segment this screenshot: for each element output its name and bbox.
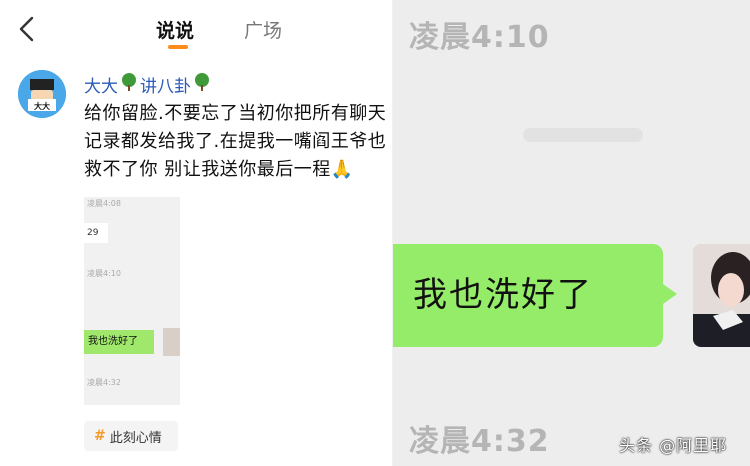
thumb-bubble: 29 [84, 223, 108, 243]
bubble-tail [663, 284, 677, 304]
post-image-thumbnail[interactable]: 凌晨4:08 29 凌晨4:10 我也洗好了 凌晨4:32 [84, 197, 180, 405]
svg-text:大大: 大大 [34, 101, 50, 111]
screenshot-root: 说说 广场 大大 大大 讲八卦 给你留脸.不要忘了当初你把所有聊天记录都发给我了… [0, 0, 750, 466]
tree-icon [121, 72, 137, 96]
active-tab-indicator [168, 45, 188, 49]
tree-icon [194, 72, 210, 96]
chat-avatar-image [693, 244, 750, 347]
thumb-time-1: 凌晨4:08 [87, 199, 121, 208]
thumb-time-3: 凌晨4:32 [87, 378, 121, 387]
thumb-time-2: 凌晨4:10 [87, 269, 121, 278]
chat-zoom-panel: 凌晨4:10 我也洗好了 凌晨4:32 头条 @阿里耶 [393, 0, 750, 466]
chat-avatar[interactable] [693, 244, 750, 347]
blurred-text [523, 128, 643, 142]
thumb-avatar [163, 328, 180, 356]
chat-timestamp-bottom: 凌晨4:32 [409, 424, 550, 459]
post-panel: 说说 广场 大大 大大 讲八卦 给你留脸.不要忘了当初你把所有聊天记录都发给我了… [0, 0, 392, 466]
hashtag-icon: # [94, 428, 106, 444]
author-name: 大大 [84, 76, 118, 97]
avatar-image: 大大 [18, 70, 66, 118]
watermark: 头条 @阿里耶 [619, 436, 728, 455]
tab-guangchang[interactable]: 广场 [244, 16, 282, 43]
post-text: 给你留脸.不要忘了当初你把所有聊天记录都发给我了.在提我一嘴阎王爷也救不了你 别… [84, 103, 387, 180]
thumb-green-bubble: 我也洗好了 [84, 330, 154, 354]
avatar[interactable]: 大大 [18, 70, 66, 118]
author-suffix: 讲八卦 [140, 76, 191, 97]
chat-timestamp-top: 凌晨4:10 [409, 20, 550, 55]
top-tabs: 说说 广场 [0, 14, 392, 54]
tab-shuoshuo[interactable]: 说说 [156, 16, 194, 43]
mood-tag[interactable]: # 此刻心情 [84, 421, 178, 451]
chat-message-bubble: 我也洗好了 [393, 244, 663, 347]
mood-tag-label: 此刻心情 [109, 430, 162, 446]
post-author[interactable]: 大大 讲八卦 [84, 71, 213, 97]
